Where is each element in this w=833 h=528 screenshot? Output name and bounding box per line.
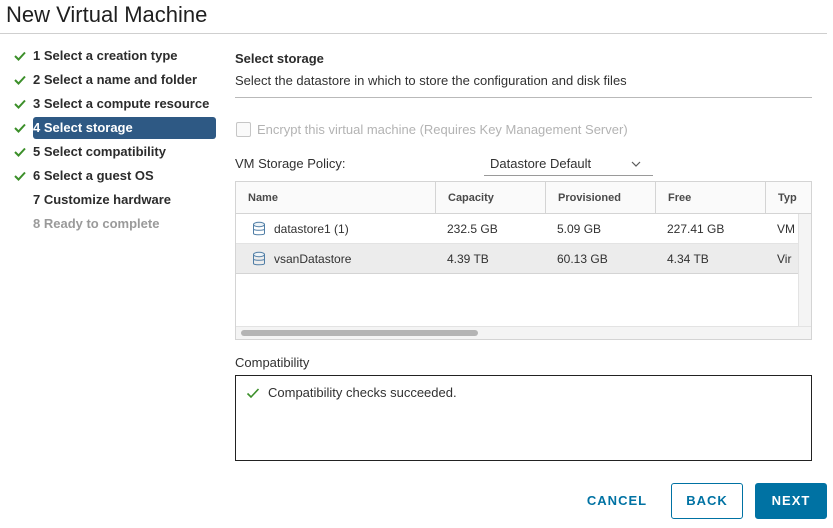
table-row[interactable]: datastore1 (1) 232.5 GB 5.09 GB 227.41 G… <box>236 214 798 244</box>
section-divider <box>235 97 812 98</box>
compatibility-panel: Compatibility checks succeeded. <box>235 375 812 461</box>
section-heading: Select storage <box>235 51 324 66</box>
cell-type: Vir <box>777 252 792 266</box>
storage-policy-value: Datastore Default <box>490 156 592 171</box>
cell-provisioned: 60.13 GB <box>557 252 608 266</box>
compatibility-message-text: Compatibility checks succeeded. <box>268 385 457 400</box>
compatibility-message: Compatibility checks succeeded. <box>246 385 457 400</box>
step-2[interactable]: 2 Select a name and folder <box>10 68 220 92</box>
encrypt-checkbox <box>236 122 251 137</box>
next-button[interactable]: NEXT <box>755 483 827 519</box>
step-label: 3 Select a compute resource <box>33 96 210 111</box>
step-label: 7 Customize hardware <box>33 192 171 207</box>
step-5[interactable]: 5 Select compatibility <box>10 140 220 164</box>
cell-capacity: 4.39 TB <box>447 252 489 266</box>
datastore-name: datastore1 (1) <box>274 222 349 236</box>
check-icon <box>14 99 26 109</box>
cell-name: datastore1 (1) <box>236 214 435 244</box>
step-label: 6 Select a guest OS <box>33 168 154 183</box>
grid-header: Name Capacity Provisioned Free Typ <box>236 182 811 214</box>
storage-policy-select[interactable]: Datastore Default <box>484 152 653 176</box>
cell-capacity: 232.5 GB <box>447 222 498 236</box>
check-icon <box>14 171 26 181</box>
scrollbar-thumb[interactable] <box>241 330 478 336</box>
check-icon <box>14 147 26 157</box>
step-7[interactable]: 7 Customize hardware <box>10 188 220 212</box>
step-6[interactable]: 6 Select a guest OS <box>10 164 220 188</box>
column-header-provisioned[interactable]: Provisioned <box>545 182 656 214</box>
compatibility-label: Compatibility <box>235 355 310 370</box>
title-divider <box>0 33 827 34</box>
column-header-free[interactable]: Free <box>655 182 766 214</box>
column-header-type[interactable]: Typ <box>765 182 811 214</box>
datastore-grid: Name Capacity Provisioned Free Typ datas… <box>235 181 812 340</box>
column-header-capacity[interactable]: Capacity <box>435 182 546 214</box>
check-icon <box>14 123 26 133</box>
cancel-button[interactable]: CANCEL <box>578 483 656 519</box>
encrypt-label: Encrypt this virtual machine (Requires K… <box>257 122 628 137</box>
step-label: 2 Select a name and folder <box>33 72 198 87</box>
encrypt-option: Encrypt this virtual machine (Requires K… <box>236 122 628 137</box>
step-1[interactable]: 1 Select a creation type <box>10 44 220 68</box>
step-4[interactable]: 4 Select storage <box>10 116 220 140</box>
cell-free: 4.34 TB <box>667 252 709 266</box>
storage-policy-label: VM Storage Policy: <box>235 156 346 171</box>
cell-name: vsanDatastore <box>236 244 435 274</box>
step-3[interactable]: 3 Select a compute resource <box>10 92 220 116</box>
step-label: 8 Ready to complete <box>33 216 160 231</box>
step-label: 1 Select a creation type <box>33 48 178 63</box>
datastore-icon <box>253 221 265 236</box>
datastore-icon <box>253 251 265 266</box>
check-icon <box>14 75 26 85</box>
window-title: New Virtual Machine <box>6 2 208 27</box>
vertical-scrollbar[interactable] <box>798 214 811 326</box>
horizontal-scrollbar[interactable] <box>236 326 811 339</box>
step-label: 5 Select compatibility <box>33 144 166 159</box>
table-row[interactable]: vsanDatastore 4.39 TB 60.13 GB 4.34 TB V… <box>236 244 798 274</box>
step-label: 4 Select storage <box>33 117 216 139</box>
section-description: Select the datastore in which to store t… <box>235 73 627 88</box>
cell-provisioned: 5.09 GB <box>557 222 602 236</box>
cell-free: 227.41 GB <box>667 222 725 236</box>
back-button[interactable]: BACK <box>671 483 743 519</box>
check-icon <box>14 51 26 61</box>
check-icon <box>246 387 260 398</box>
datastore-name: vsanDatastore <box>274 252 352 266</box>
column-header-name[interactable]: Name <box>236 182 436 214</box>
cell-type: VM <box>777 222 795 236</box>
chevron-down-icon <box>631 161 641 167</box>
step-8: 8 Ready to complete <box>10 212 220 236</box>
wizard-steps: 1 Select a creation type 2 Select a name… <box>10 44 220 236</box>
